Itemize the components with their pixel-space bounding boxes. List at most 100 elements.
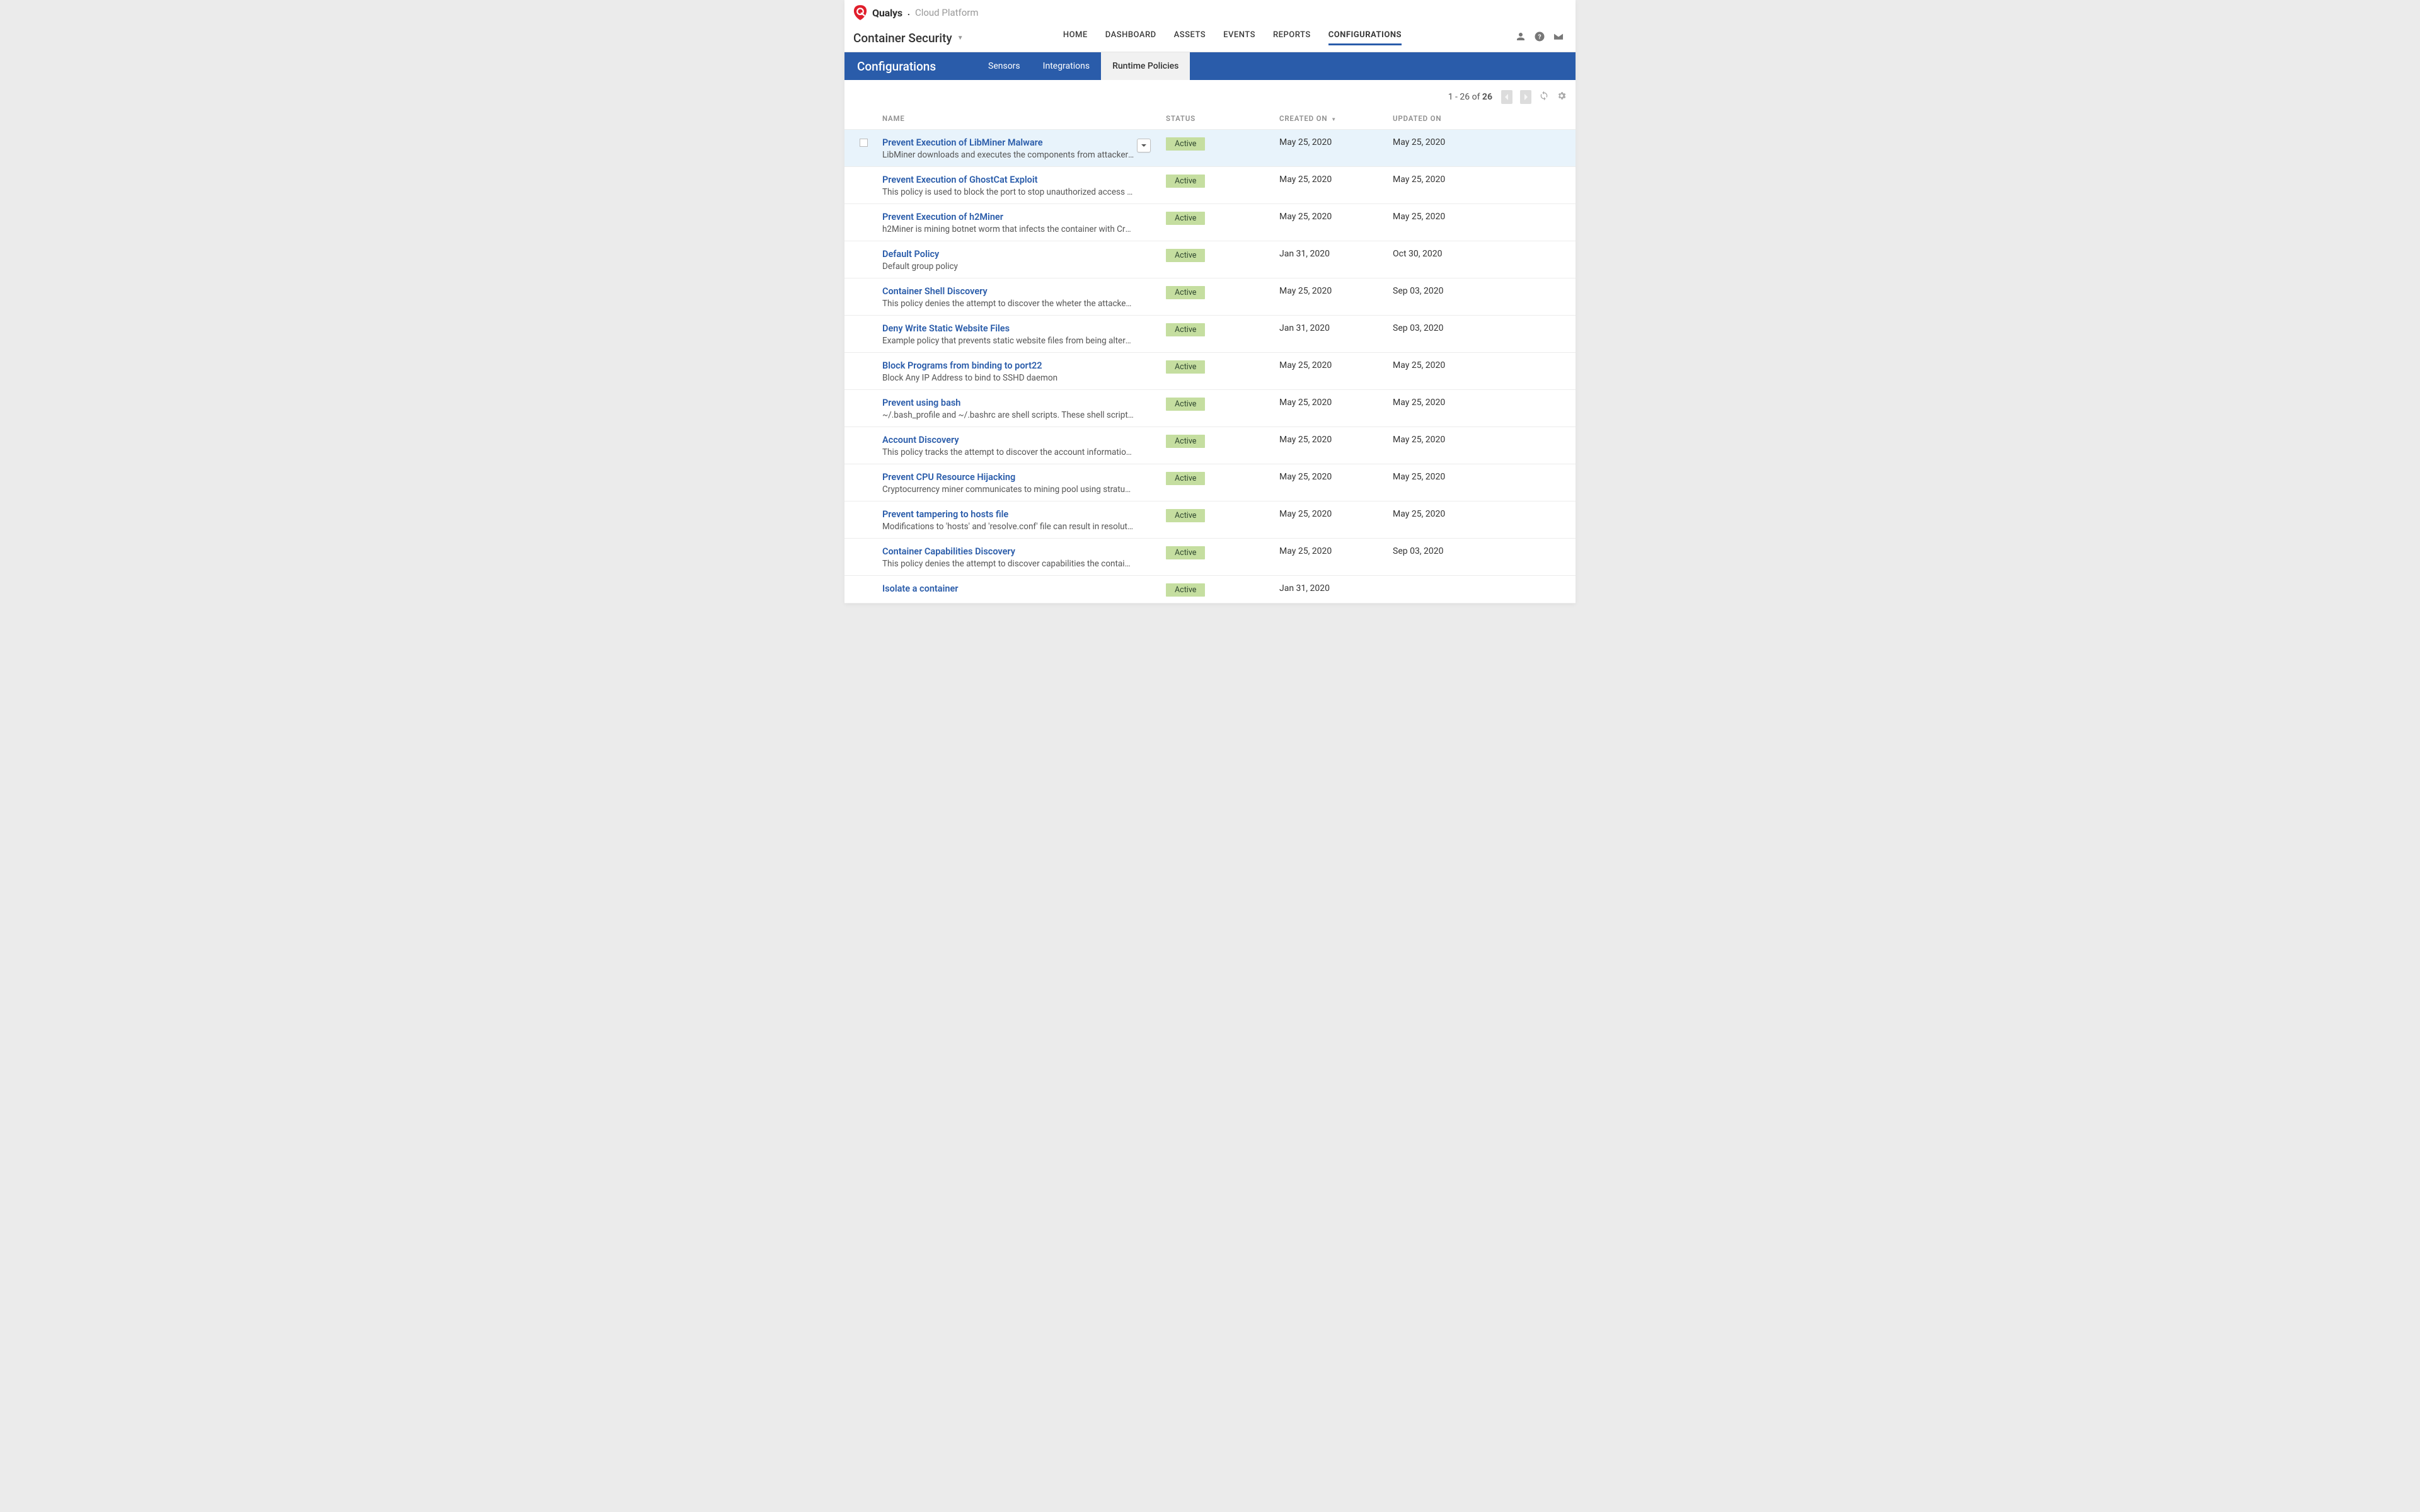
created-date: May 25, 2020 — [1279, 546, 1393, 556]
policy-name-link[interactable]: Default Policy — [882, 249, 1160, 260]
page-prev-button[interactable] — [1501, 90, 1512, 104]
status-badge: Active — [1166, 286, 1205, 299]
page-range: 1 - 26 of 26 — [1448, 92, 1492, 102]
top-nav-item[interactable]: ASSETS — [1174, 30, 1206, 45]
chevron-down-icon: ▼ — [957, 35, 964, 42]
col-status[interactable]: STATUS — [1166, 114, 1279, 123]
updated-date: May 25, 2020 — [1393, 212, 1506, 222]
row-checkbox[interactable] — [860, 139, 868, 147]
policy-name-link[interactable]: Prevent Execution of LibMiner Malware — [882, 137, 1160, 148]
created-date: May 25, 2020 — [1279, 286, 1393, 296]
policy-name-link[interactable]: Prevent Execution of h2Miner — [882, 212, 1160, 222]
policy-name-link[interactable]: Account Discovery — [882, 435, 1160, 445]
table-row[interactable]: Prevent Execution of GhostCat ExploitThi… — [844, 167, 1576, 204]
policy-description: Example policy that prevents static webs… — [882, 336, 1134, 346]
refresh-icon[interactable] — [1539, 91, 1549, 103]
created-date: Jan 31, 2020 — [1279, 323, 1393, 333]
status-badge: Active — [1166, 398, 1205, 411]
status-badge: Active — [1166, 435, 1205, 448]
policy-list: Prevent Execution of LibMiner Malware Lib… — [844, 130, 1576, 604]
policy-name-link[interactable]: Isolate a container — [882, 583, 1160, 594]
sub-tab[interactable]: Integrations — [1032, 52, 1101, 80]
table-row[interactable]: Container Shell DiscoveryThis policy den… — [844, 278, 1576, 316]
top-nav-item[interactable]: EVENTS — [1223, 30, 1255, 45]
policy-name-link[interactable]: Deny Write Static Website Files — [882, 323, 1160, 334]
policy-description: LibMiner downloads and executes the comp… — [882, 150, 1134, 160]
table-row[interactable]: Prevent Execution of LibMiner Malware Lib… — [844, 130, 1576, 167]
sub-tab[interactable]: Runtime Policies — [1101, 52, 1190, 80]
created-date: May 25, 2020 — [1279, 360, 1393, 370]
policy-name-link[interactable]: Container Shell Discovery — [882, 286, 1160, 297]
brand-name: Qualys — [872, 7, 902, 19]
status-badge: Active — [1166, 249, 1205, 262]
table-row[interactable]: Prevent Execution of h2Miner h2Miner is m… — [844, 204, 1576, 241]
brand-bar: Qualys. Cloud Platform — [844, 0, 1576, 24]
page-next-button[interactable] — [1520, 90, 1531, 104]
created-date: Jan 31, 2020 — [1279, 249, 1393, 259]
policy-name-link[interactable]: Prevent Execution of GhostCat Exploit — [882, 175, 1160, 185]
app-window: Qualys. Cloud Platform Container Securit… — [844, 0, 1576, 604]
mail-icon[interactable] — [1553, 31, 1564, 45]
created-date: Jan 31, 2020 — [1279, 583, 1393, 593]
updated-date: May 25, 2020 — [1393, 360, 1506, 370]
status-badge: Active — [1166, 583, 1205, 597]
updated-date: May 25, 2020 — [1393, 435, 1506, 445]
policy-name-link[interactable]: Prevent tampering to hosts file — [882, 509, 1160, 520]
col-created[interactable]: CREATED ON▼ — [1279, 114, 1393, 123]
policy-description: Cryptocurrency miner communicates to min… — [882, 484, 1134, 495]
table-row[interactable]: Isolate a container Active Jan 31, 2020 — [844, 576, 1576, 604]
policy-name-link[interactable]: Block Programs from binding to port22 — [882, 360, 1160, 371]
help-icon[interactable]: ? — [1534, 31, 1545, 45]
table-row[interactable]: Prevent using bash ~/.bash_profile and ~/… — [844, 390, 1576, 427]
status-badge: Active — [1166, 175, 1205, 188]
updated-date: Sep 03, 2020 — [1393, 323, 1506, 333]
sub-tabs: SensorsIntegrationsRuntime Policies — [977, 52, 1190, 80]
sort-desc-icon: ▼ — [1331, 117, 1337, 122]
policy-name-link[interactable]: Container Capabilities Discovery — [882, 546, 1160, 557]
created-date: May 25, 2020 — [1279, 435, 1393, 445]
updated-date: May 25, 2020 — [1393, 175, 1506, 185]
table-row[interactable]: Deny Write Static Website Files Example p… — [844, 316, 1576, 353]
list-toolbar: 1 - 26 of 26 — [844, 80, 1576, 110]
table-row[interactable]: Prevent CPU Resource HijackingCryptocurr… — [844, 464, 1576, 501]
col-name[interactable]: NAME — [882, 114, 1166, 123]
status-badge: Active — [1166, 137, 1205, 151]
policy-name-link[interactable]: Prevent using bash — [882, 398, 1160, 408]
table-row[interactable]: Block Programs from binding to port22Blo… — [844, 353, 1576, 390]
sub-tab[interactable]: Sensors — [977, 52, 1032, 80]
policy-description: ~/.bash_profile and ~/.bashrc are shell … — [882, 410, 1134, 420]
column-headers: NAME STATUS CREATED ON▼ UPDATED ON — [844, 110, 1576, 130]
updated-date: May 25, 2020 — [1393, 472, 1506, 482]
updated-date: Oct 30, 2020 — [1393, 249, 1506, 259]
top-nav: HOME DASHBOARD ASSETS EVENTS REPORTS CONFIGUR… — [1063, 30, 1402, 45]
chevron-down-icon — [1141, 142, 1147, 149]
status-badge: Active — [1166, 212, 1205, 225]
gear-icon[interactable] — [1557, 91, 1567, 103]
updated-date: May 25, 2020 — [1393, 137, 1506, 147]
created-date: May 25, 2020 — [1279, 509, 1393, 519]
top-nav-item[interactable]: DASHBOARD — [1105, 30, 1156, 45]
utility-icons: ? — [1515, 31, 1564, 45]
policy-description: h2Miner is mining botnet worm that infec… — [882, 224, 1134, 234]
policy-description: This policy denies the attempt to discov… — [882, 559, 1134, 569]
col-updated[interactable]: UPDATED ON — [1393, 114, 1506, 123]
user-icon[interactable] — [1515, 31, 1526, 45]
status-badge: Active — [1166, 323, 1205, 336]
qualys-logo-icon — [853, 5, 867, 20]
updated-date: May 25, 2020 — [1393, 398, 1506, 408]
top-nav-item[interactable]: HOME — [1063, 30, 1088, 45]
row-actions-button[interactable] — [1137, 139, 1151, 152]
policy-name-link[interactable]: Prevent CPU Resource Hijacking — [882, 472, 1160, 483]
top-nav-item[interactable]: CONFIGURATIONS — [1328, 30, 1402, 45]
created-date: May 25, 2020 — [1279, 212, 1393, 222]
updated-date: May 25, 2020 — [1393, 509, 1506, 519]
table-row[interactable]: Container Capabilities Discovery This pol… — [844, 539, 1576, 576]
status-badge: Active — [1166, 360, 1205, 374]
table-row[interactable]: Prevent tampering to hosts fileModificat… — [844, 501, 1576, 539]
table-row[interactable]: Account DiscoveryThis policy tracks the … — [844, 427, 1576, 464]
status-badge: Active — [1166, 546, 1205, 559]
top-nav-item[interactable]: REPORTS — [1273, 30, 1311, 45]
page-range-total: 26 — [1482, 92, 1492, 102]
module-selector[interactable]: Container Security ▼ — [853, 31, 964, 45]
table-row[interactable]: Default PolicyDefault group policyActive… — [844, 241, 1576, 278]
